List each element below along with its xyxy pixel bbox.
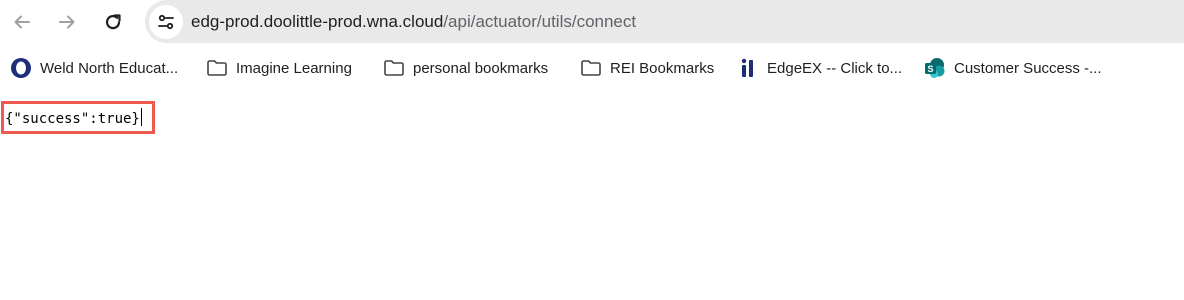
bookmark-weld-north[interactable]: Weld North Educat... [10,50,178,86]
bookmark-customer-success[interactable]: S Customer Success -... [924,50,1102,86]
arrow-right-icon [59,15,75,29]
svg-text:S: S [927,64,933,74]
weld-north-logo-icon [10,57,32,79]
sharepoint-icon: S [924,57,946,79]
tune-icon [158,14,174,30]
bookmark-label: REI Bookmarks [610,59,715,77]
bookmark-folder-personal[interactable]: personal bookmarks [383,50,548,86]
reload-button[interactable] [99,8,127,36]
bookmark-label: personal bookmarks [413,59,549,77]
reload-icon [105,14,121,30]
site-info-button[interactable] [149,5,183,39]
bookmark-label: EdgeEX -- Click to... [767,59,903,77]
bookmark-label: Customer Success -... [954,59,1102,77]
bookmark-edgeex[interactable]: EdgeEX -- Click to... [737,50,902,86]
bookmark-folder-imagine-learning[interactable]: Imagine Learning [206,50,352,86]
url-path: /api/actuator/utils/connect [443,12,637,31]
bookmark-label: Imagine Learning [236,59,352,77]
browser-toolbar: edg-prod.doolittle-prod.wna.cloud/api/ac… [0,0,1184,43]
bookmarks-bar: Weld North Educat... Imagine Learning pe… [0,50,1184,86]
text-cursor [140,108,142,126]
arrow-left-icon [14,15,30,29]
address-bar[interactable]: edg-prod.doolittle-prod.wna.cloud/api/ac… [145,0,1184,43]
folder-icon [580,57,602,79]
bookmark-folder-rei[interactable]: REI Bookmarks [580,50,714,86]
edgeex-logo-icon [737,57,759,79]
json-response-body: {"success":true} [5,108,142,129]
folder-icon [383,57,405,79]
folder-icon [206,57,228,79]
json-text: {"success":true} [5,111,140,127]
url-text[interactable]: edg-prod.doolittle-prod.wna.cloud/api/ac… [191,0,636,43]
forward-button[interactable] [53,8,81,36]
back-button[interactable] [8,8,36,36]
bookmark-label: Weld North Educat... [40,59,179,77]
url-host: edg-prod.doolittle-prod.wna.cloud [191,12,444,31]
